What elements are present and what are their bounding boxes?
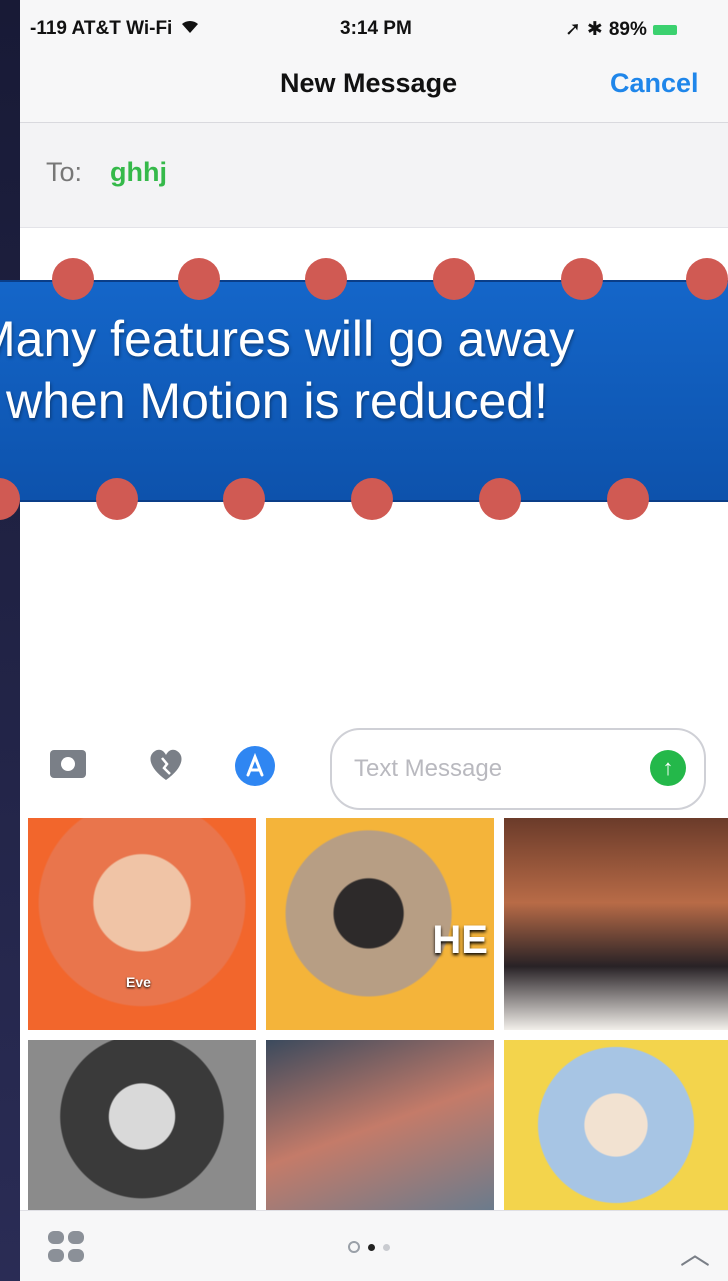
phone-screen: -119 AT&T Wi-Fi 3:14 PM ➚ ✱ 89% New Mess… <box>20 0 728 1281</box>
page-indicator <box>348 1241 390 1253</box>
cancel-button[interactable]: Cancel <box>610 68 699 99</box>
decorative-dot <box>52 258 94 300</box>
decorative-dot <box>433 258 475 300</box>
decorative-dot <box>305 258 347 300</box>
gif-tile[interactable]: HE <box>266 818 494 1030</box>
app-drawer-bar: ︿ <box>20 1210 728 1281</box>
gif-grid: Eve HE <box>20 818 728 1210</box>
recent-icon <box>348 1241 360 1253</box>
message-input-bar: ↑ <box>20 720 728 818</box>
location-icon: ➚ <box>565 19 581 40</box>
page-dot <box>383 1243 390 1251</box>
wifi-icon <box>180 18 200 40</box>
nav-title: New Message <box>280 68 458 98</box>
decorative-dot <box>479 478 521 520</box>
battery-percent: 89% <box>608 18 647 40</box>
to-label: To: <box>46 157 83 187</box>
gif-tile[interactable]: Eve <box>28 818 256 1030</box>
message-input[interactable] <box>352 746 636 792</box>
gif-tile[interactable] <box>504 818 728 1030</box>
nav-bar: New Message Cancel <box>20 56 728 123</box>
gif-caption: HE <box>432 918 488 962</box>
annotation-banner: Many features will go away when Motion i… <box>0 280 728 502</box>
status-bar: -119 AT&T Wi-Fi 3:14 PM ➚ ✱ 89% <box>20 0 728 56</box>
digital-touch-icon[interactable] <box>145 746 187 782</box>
camera-icon[interactable] <box>50 750 86 778</box>
gif-caption: Eve <box>126 974 151 990</box>
gif-tile[interactable] <box>504 1040 728 1210</box>
status-carrier: -119 AT&T Wi-Fi <box>30 18 200 40</box>
decorative-dot <box>351 478 393 520</box>
chevron-up-icon[interactable]: ︿ <box>680 1229 710 1273</box>
message-field[interactable]: ↑ <box>330 728 706 810</box>
decorative-dot <box>223 478 265 520</box>
carrier-text: -119 AT&T Wi-Fi <box>30 18 173 39</box>
decorative-dot <box>561 258 603 300</box>
send-icon[interactable]: ↑ <box>650 750 686 786</box>
app-store-icon[interactable] <box>235 746 275 786</box>
battery-icon <box>652 24 677 35</box>
background-strip <box>0 0 20 1281</box>
to-field[interactable]: To: ghhj <box>20 123 728 228</box>
bluetooth-icon: ✱ <box>586 19 603 40</box>
decorative-dot <box>96 478 138 520</box>
page-dot <box>368 1243 375 1251</box>
status-right: ➚ ✱ 89% <box>565 18 677 41</box>
gif-tile[interactable] <box>28 1040 256 1210</box>
gif-tile[interactable] <box>266 1040 494 1210</box>
recipient-token[interactable]: ghhj <box>110 157 167 188</box>
apps-grid-icon[interactable] <box>48 1231 86 1265</box>
status-time: 3:14 PM <box>340 18 412 39</box>
decorative-dot <box>607 478 649 520</box>
banner-line-1: Many features will go away <box>0 311 575 367</box>
decorative-dot <box>686 258 728 300</box>
banner-line-2: when Motion is reduced! <box>6 373 548 429</box>
decorative-dot <box>178 258 220 300</box>
